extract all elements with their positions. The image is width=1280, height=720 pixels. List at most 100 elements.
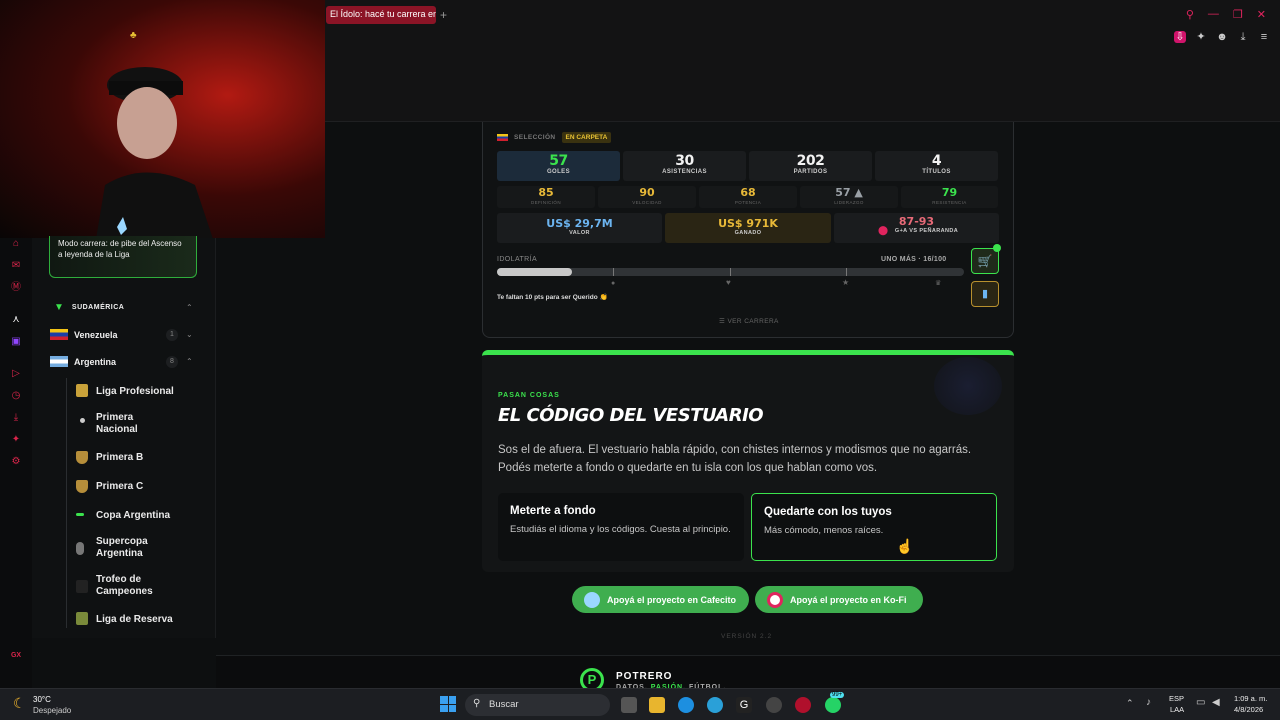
cart-button[interactable]: 🛒 xyxy=(971,248,999,274)
windows-taskbar: ☾ 30°C Despejado ⚲ Buscar G 99+ ⌃ ♪ ESP … xyxy=(0,688,1280,720)
league-item[interactable]: Copa Argentina xyxy=(96,510,170,522)
messenger-icon[interactable]: ✉ xyxy=(10,260,22,272)
option-dive-in[interactable]: Meterte a fondo Estudiás el idioma y los… xyxy=(498,493,744,561)
league-item[interactable]: Primera B xyxy=(96,452,143,464)
window-controls: ⚲ — ❐ ✕ xyxy=(1186,8,1266,21)
player-icon[interactable]: ▷ xyxy=(10,368,22,380)
country-venezuela[interactable]: Venezuela xyxy=(50,329,118,340)
app-g-icon[interactable]: G xyxy=(736,697,752,713)
progress-tick xyxy=(730,268,731,276)
gx-label: GX xyxy=(10,652,22,659)
idolatry-progress-fill xyxy=(497,268,572,276)
settings-app-icon[interactable] xyxy=(766,697,782,713)
app-icon[interactable]: ⋏ xyxy=(10,314,22,326)
option-stay[interactable]: Quedarte con los tuyos Más cómodo, menos… xyxy=(751,493,997,561)
country-label: Argentina xyxy=(74,356,117,367)
region-header[interactable]: ▼ SUDAMÉRICA xyxy=(54,302,124,313)
chevron-up-icon[interactable]: ⌃ xyxy=(186,303,193,312)
lang-top[interactable]: ESP xyxy=(1169,694,1184,703)
liga-profesional-icon xyxy=(76,384,88,397)
country-count: 8 xyxy=(166,356,178,368)
chevron-down-icon[interactable]: ⌄ xyxy=(186,330,193,339)
stat-titles: 4 TÍTULOS xyxy=(875,151,998,181)
kofi-icon xyxy=(767,591,783,608)
windows-start-button[interactable] xyxy=(440,696,456,712)
league-item[interactable]: Trofeo de Campeones xyxy=(96,574,166,598)
settings-icon[interactable]: ⚙ xyxy=(10,456,22,468)
extensions-icon[interactable]: ✦ xyxy=(10,434,22,446)
league-item[interactable]: Primera C xyxy=(96,481,143,493)
history-icon[interactable]: ◷ xyxy=(10,390,22,402)
clock-date[interactable]: 4/8/2026 xyxy=(1234,705,1263,714)
market-value-label: VALOR xyxy=(569,230,590,236)
liga-reserva-icon xyxy=(76,612,88,625)
downloads-icon[interactable]: ⤓ xyxy=(1237,31,1249,43)
notification-dot xyxy=(993,244,1001,252)
network-icon[interactable]: ▭ xyxy=(1196,697,1205,708)
earnings-value: US$ 971K xyxy=(718,217,778,230)
maximize-icon[interactable]: ❐ xyxy=(1233,8,1243,21)
puzzle-icon[interactable]: ✦ xyxy=(1195,31,1207,43)
taskbar-search[interactable]: ⚲ Buscar xyxy=(465,694,610,716)
m-icon[interactable]: Ⓜ xyxy=(10,282,22,294)
cafecito-button[interactable]: Apoyá el proyecto en Cafecito xyxy=(572,586,749,613)
market-value: US$ 29,7M xyxy=(546,217,613,230)
kofi-button[interactable]: Apoyá el proyecto en Ko-Fi xyxy=(755,586,923,613)
league-item[interactable]: Liga de Reserva xyxy=(96,614,173,626)
argentina-flag-icon xyxy=(50,356,68,367)
menu-icon[interactable]: ≡ xyxy=(1258,31,1270,43)
download-icon[interactable]: ⤓ xyxy=(10,412,22,424)
download-extension-icon[interactable]: ⇩ xyxy=(1174,31,1186,43)
browser-tab-active[interactable]: El Ídolo: hacé tu carrera en xyxy=(326,6,436,24)
new-tab-button[interactable]: + xyxy=(440,8,447,22)
start-tile xyxy=(440,704,448,712)
volume-icon[interactable]: ◀ xyxy=(1212,697,1220,708)
file-explorer-icon[interactable] xyxy=(649,697,665,713)
market-value-box: US$ 29,7M VALOR xyxy=(497,213,662,243)
country-argentina[interactable]: Argentina xyxy=(50,356,116,367)
notification-badge: 99+ xyxy=(830,692,845,698)
wardrobe-button[interactable]: ▮ xyxy=(971,281,999,307)
league-item[interactable]: Liga Profesional xyxy=(96,386,174,398)
extensions-bar: ⇩ ✦ ☻ ⤓ ≡ xyxy=(1174,31,1270,43)
profile-icon[interactable]: ☻ xyxy=(1216,31,1228,43)
search-placeholder: Buscar xyxy=(489,699,519,710)
career-promo-card[interactable]: Modo carrera: de pibe del Ascenso a leye… xyxy=(49,236,197,278)
league-item[interactable]: Supercopa Argentina xyxy=(96,536,166,560)
stat-label: GOLES xyxy=(546,169,570,175)
kofi-label: Apoyá el proyecto en Ko-Fi xyxy=(790,594,907,605)
country-count: 1 xyxy=(166,329,178,341)
opera-gx-icon[interactable] xyxy=(795,697,811,713)
telegram-icon[interactable] xyxy=(707,697,723,713)
record-score: 87-93 xyxy=(898,215,935,228)
clock-time[interactable]: 1:09 a. m. xyxy=(1234,694,1267,703)
attr-label: POTENCIA xyxy=(734,200,762,205)
option-desc: Más cómodo, menos raíces. xyxy=(764,525,884,536)
stat-value: 30 xyxy=(675,153,694,169)
edge-icon[interactable] xyxy=(678,697,694,713)
venezuela-flag-icon xyxy=(497,134,508,141)
weather-temp: 30°C xyxy=(33,695,51,704)
mic-icon[interactable]: ♪ xyxy=(1146,697,1151,708)
minimize-icon[interactable]: — xyxy=(1208,8,1219,21)
attr-label: VELOCIDAD xyxy=(632,200,662,205)
attr-value: 79 xyxy=(941,186,958,199)
record-label: G+A VS PEÑARANDA xyxy=(894,228,959,234)
tray-chevron-icon[interactable]: ⌃ xyxy=(1126,698,1134,709)
league-item[interactable]: Primera Nacional xyxy=(96,412,166,436)
task-view-icon[interactable] xyxy=(621,697,637,713)
close-icon[interactable]: ✕ xyxy=(1257,8,1266,21)
shop-icon[interactable]: ⌂ xyxy=(10,238,22,250)
footer-brand: POTRERO xyxy=(616,671,673,682)
whatsapp-icon[interactable] xyxy=(825,697,841,713)
chevron-up-icon[interactable]: ⌃ xyxy=(186,357,193,366)
search-icon[interactable]: ⚲ xyxy=(1186,8,1194,21)
stat-goals: 57 GOLES xyxy=(497,151,620,181)
stat-label: PARTIDOS xyxy=(793,169,828,175)
stat-label: TÍTULOS xyxy=(922,169,951,175)
lang-bottom[interactable]: LAA xyxy=(1170,705,1184,714)
primera-nacional-icon xyxy=(80,418,85,423)
attr-leadership: 57 ▲ LIDERAZGO xyxy=(800,186,898,208)
view-career-link[interactable]: ☰ VER CARRERA xyxy=(719,317,779,325)
twitch-icon[interactable]: ▣ xyxy=(10,336,22,348)
